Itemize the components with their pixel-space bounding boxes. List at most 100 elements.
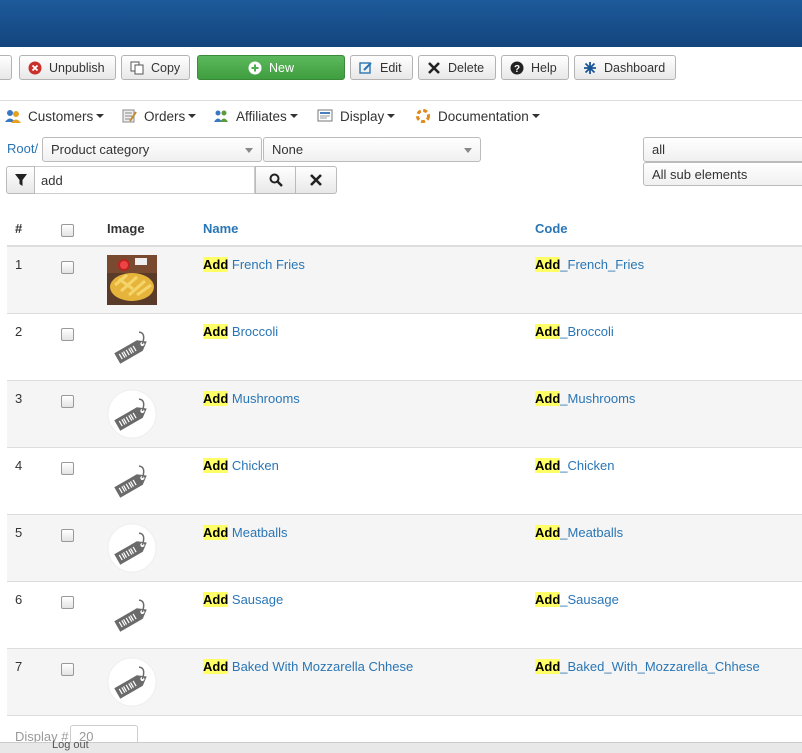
root-breadcrumb-link[interactable]: Root/ [7,141,38,156]
price-tag-icon [114,599,147,632]
search-highlight: Add [535,525,561,540]
sub-elements-select[interactable]: All sub elements [643,162,802,186]
row-checkbox[interactable] [61,395,74,408]
product-name-link[interactable]: Add French Fries [203,257,305,272]
scope-select[interactable]: all [643,137,802,162]
menu-documentation-label: Documentation [438,108,529,124]
unpublish-button[interactable]: Unpublish [19,55,116,80]
menu-orders[interactable]: Orders [121,107,197,125]
plus-circle-icon [248,61,262,75]
product-code-link[interactable]: Add_French_Fries [535,257,644,272]
table-body: 1 Add French Fries Add_French_Fries 2 Add Br… [7,247,802,716]
product-code-rest: _Sausage [560,592,619,607]
product-code-rest: _Broccoli [560,324,614,339]
clear-search-button[interactable] [296,166,337,194]
close-icon [427,61,441,75]
price-tag-icon [107,389,157,439]
header-code-sort[interactable]: Code [535,221,568,236]
product-code-link[interactable]: Add_Baked_With_Mozzarella_Chhese [535,659,760,674]
menu-documentation[interactable]: Documentation [415,107,540,125]
toolbar: Unpublish Copy New Edit Delete ? Help Da… [0,47,802,101]
help-icon: ? [510,61,524,75]
header-name-sort[interactable]: Name [203,221,238,236]
row-number: 5 [15,525,23,540]
product-name-rest: Broccoli [228,324,279,339]
svg-text:?: ? [514,64,520,75]
product-name-link[interactable]: Add Sausage [203,592,283,607]
admin-header-bar [0,0,802,47]
row-checkbox[interactable] [61,596,74,609]
search-button[interactable] [255,166,296,194]
row-checkbox[interactable] [61,529,74,542]
menu-affiliates-label: Affiliates [236,108,287,124]
search-group [6,166,337,194]
product-name-link[interactable]: Add Chicken [203,458,279,473]
table-row: 4 Add Chicken Add_Chicken [7,448,802,515]
price-tag-icon [107,523,157,573]
copy-button[interactable]: Copy [121,55,190,80]
product-code-link[interactable]: Add_Mushrooms [535,391,635,406]
filter-bar: Root/ Product category None all All sub … [0,136,802,196]
row-number: 3 [15,391,23,406]
product-code-link[interactable]: Add_Meatballs [535,525,623,540]
row-checkbox[interactable] [61,261,74,274]
row-checkbox[interactable] [61,663,74,676]
parent-select-value: None [272,142,304,157]
row-checkbox[interactable] [61,328,74,341]
menu-display-label: Display [340,108,385,124]
menu-customers-label: Customers [28,108,94,124]
menu-customers[interactable]: Customers [5,107,105,125]
filter-button[interactable] [6,166,35,194]
category-select-value: Product category [51,142,150,157]
chevron-down-icon [96,114,105,118]
new-button[interactable]: New [197,55,345,80]
product-code-link[interactable]: Add_Sausage [535,592,619,607]
parent-select[interactable]: None [263,137,481,162]
help-label: Help [531,60,557,75]
row-checkbox[interactable] [61,462,74,475]
search-highlight: Add [203,458,229,473]
select-all-checkbox[interactable] [61,224,74,237]
search-highlight: Add [535,458,561,473]
affiliates-icon [213,109,229,123]
help-button[interactable]: ? Help [501,55,569,80]
search-highlight: Add [535,324,561,339]
new-label: New [268,60,294,75]
product-name-rest: Mushrooms [228,391,300,406]
partial-button[interactable] [0,55,12,80]
product-name-link[interactable]: Add Baked With Mozzarella Chhese [203,659,413,674]
search-highlight: Add [203,525,229,540]
dashboard-label: Dashboard [604,60,666,75]
edit-button[interactable]: Edit [350,55,413,80]
table-row: 6 Add Sausage Add_Sausage [7,582,802,649]
search-highlight: Add [535,257,561,272]
row-number: 4 [15,458,23,473]
search-input[interactable] [35,166,255,194]
orders-icon [121,109,137,123]
product-code-link[interactable]: Add_Broccoli [535,324,614,339]
product-code-link[interactable]: Add_Chicken [535,458,614,473]
product-name-link[interactable]: Add Meatballs [203,525,288,540]
menu-affiliates[interactable]: Affiliates [213,107,298,125]
search-icon [269,173,283,187]
header-image: Image [107,221,145,236]
table-row: 1 Add French Fries Add_French_Fries [7,247,802,314]
category-select[interactable]: Product category [42,137,262,162]
menu-display[interactable]: Display [317,107,396,125]
row-number: 1 [15,257,23,272]
table-header: # Image Name Code [7,211,802,247]
delete-button[interactable]: Delete [418,55,496,80]
french-fries-photo [107,255,157,305]
product-name-link[interactable]: Add Mushrooms [203,391,300,406]
logout-link[interactable]: Log out [52,740,89,751]
copy-label: Copy [151,60,181,75]
filter-icon [15,174,27,186]
dashboard-button[interactable]: Dashboard [574,55,676,80]
search-highlight: Add [203,257,229,272]
table-row: 3 Add Mushrooms Add_Mushrooms [7,381,802,448]
copy-icon [130,61,144,75]
status-bar: Log out [0,740,802,753]
product-name-link[interactable]: Add Broccoli [203,324,278,339]
header-num: # [15,221,23,236]
table-row: 7 Add Baked With Mozzarella Chhese Add_Bak… [7,649,802,716]
